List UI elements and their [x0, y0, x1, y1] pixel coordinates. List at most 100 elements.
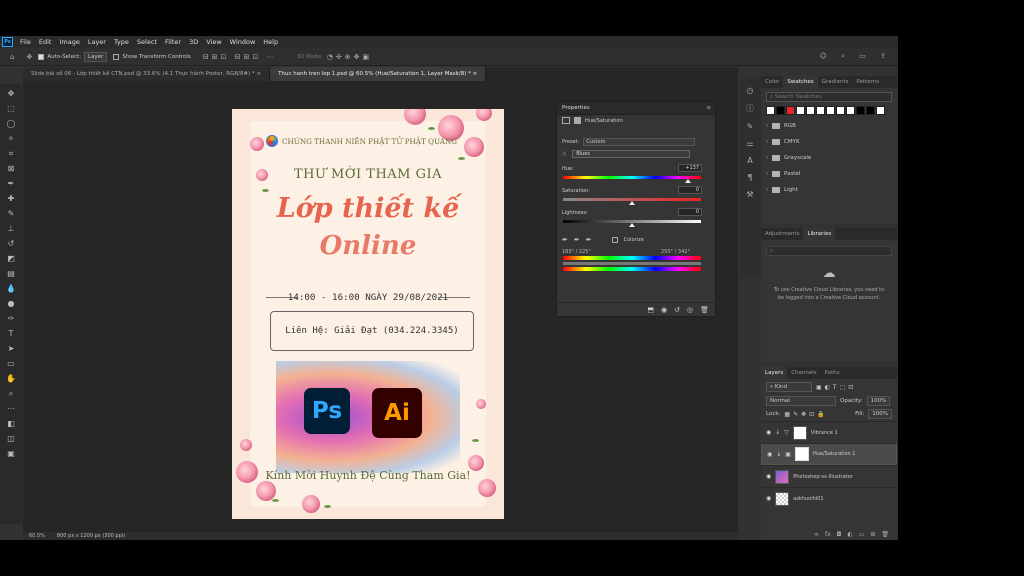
pen-tool-icon[interactable]: ✑	[3, 312, 19, 326]
swatch-folder-cmyk[interactable]: › CMYK	[761, 134, 897, 150]
layer-row-background-image[interactable]: ◉ askhuoihi01	[761, 487, 897, 509]
visibility-eye-icon[interactable]: ◉	[767, 451, 772, 458]
menu-layer[interactable]: Layer	[84, 38, 110, 46]
fill-field[interactable]: 100%	[868, 409, 892, 419]
saturation-value-field[interactable]: 0	[678, 186, 702, 194]
eraser-icon[interactable]: ◩	[3, 252, 19, 266]
new-adjustment-icon[interactable]: ◐	[847, 531, 852, 540]
targeted-adjustment-icon[interactable]: ☝	[562, 150, 566, 158]
more-tools-icon[interactable]: ⋯	[3, 402, 19, 416]
quick-mask-icon[interactable]: ◫	[3, 432, 19, 446]
layer-row-hue-saturation[interactable]: ◉ ↓ ▣ Hue/Saturation 1	[761, 443, 897, 465]
blend-mode-dropdown[interactable]: Normal	[766, 396, 836, 406]
home-icon[interactable]: ⌂	[10, 53, 14, 61]
visibility-eye-icon[interactable]: ◉	[766, 429, 771, 436]
add-mask-icon[interactable]: ◘	[837, 531, 842, 540]
visibility-eye-icon[interactable]: ◉	[766, 495, 771, 502]
eyedropper-icon[interactable]: ✒	[562, 236, 568, 244]
tab-layers[interactable]: Layers	[761, 367, 788, 379]
color-swatch[interactable]	[856, 106, 865, 115]
hue-slider[interactable]	[563, 176, 701, 179]
filter-icons[interactable]: ▣◐T⬚⊡	[816, 384, 856, 391]
3d-tool-icons[interactable]: ◔✣⊕✥▣	[327, 53, 372, 61]
reset-icon[interactable]: ↺	[674, 306, 680, 314]
frame-tool-icon[interactable]: ⊠	[3, 162, 19, 176]
hue-value-field[interactable]: +137	[678, 164, 702, 172]
clip-to-layer-icon[interactable]: ⬒	[647, 306, 654, 314]
shape-tool-icon[interactable]: ▭	[3, 357, 19, 371]
layer-row-photoshop-vs-illustrator[interactable]: ◉ Photoshop-vs-Illustrator	[761, 465, 897, 487]
history-icon[interactable]: ◷	[747, 86, 754, 95]
poster-document[interactable]: CHÚNG THANH NIÊN PHẬT TỬ PHẬT QUANG THƯ …	[232, 109, 504, 519]
new-layer-icon[interactable]: ⊞	[870, 531, 875, 540]
color-swatch[interactable]	[776, 106, 785, 115]
paragraph-icon[interactable]: ¶	[747, 173, 752, 182]
path-select-icon[interactable]: ➤	[3, 342, 19, 356]
menu-file[interactable]: File	[16, 38, 35, 46]
lightness-slider-thumb[interactable]	[629, 223, 635, 227]
delete-icon[interactable]: 🗑	[700, 306, 709, 314]
color-swatch[interactable]	[796, 106, 805, 115]
range-slider[interactable]	[563, 262, 701, 265]
gradient-tool-icon[interactable]: ▤	[3, 267, 19, 281]
color-swatch[interactable]	[836, 106, 845, 115]
tab-channels[interactable]: Channels	[787, 367, 820, 379]
menu-help[interactable]: Help	[259, 38, 282, 46]
align-icons[interactable]: ⊟⊞⊡ ⊟⊞⊡ ⋯	[203, 53, 277, 61]
clone-stamp-icon[interactable]: ⊥	[3, 222, 19, 236]
tab-adjustments[interactable]: Adjustments	[761, 228, 803, 240]
saturation-slider-thumb[interactable]	[629, 201, 635, 205]
menu-view[interactable]: View	[202, 38, 225, 46]
swatch-search-input[interactable]: ⌕ Search Swatches	[766, 92, 892, 102]
eyedropper-add-icon[interactable]: ✒	[574, 236, 580, 244]
zoom-level[interactable]: 60.5%	[29, 533, 45, 539]
dodge-tool-icon[interactable]: ●	[3, 297, 19, 311]
tab-gradients[interactable]: Gradients	[818, 76, 853, 88]
tab-slide-document[interactable]: Slide bài số 06 - Lớp thiết kế CTN.psd @…	[23, 67, 271, 81]
lock-icons[interactable]: ▦✎✥⊡🔒	[784, 411, 827, 418]
layer-row-vibrance[interactable]: ◉ ↓ ▽ Vibrance 1	[761, 421, 897, 443]
tab-thuc-hanh-document[interactable]: Thuc hanh tren lop 1.psd @ 60.5% (Hue/Sa…	[270, 67, 487, 81]
menu-edit[interactable]: Edit	[35, 38, 56, 46]
preset-dropdown[interactable]: Custom	[583, 138, 696, 146]
color-swatch[interactable]	[866, 106, 875, 115]
swatch-folder-light[interactable]: › Light	[761, 182, 897, 198]
eyedropper-subtract-icon[interactable]: ✒	[586, 236, 592, 244]
panel-menu-icon[interactable]: ≡	[706, 105, 711, 111]
color-swatch[interactable]	[816, 106, 825, 115]
blur-tool-icon[interactable]: 💧	[3, 282, 19, 296]
type-tool-icon[interactable]: T	[3, 327, 19, 341]
link-layers-icon[interactable]: ∞	[814, 531, 819, 540]
menu-select[interactable]: Select	[133, 38, 161, 46]
hue-slider-thumb[interactable]	[685, 179, 691, 183]
magic-wand-icon[interactable]: ✧	[3, 132, 19, 146]
adjust-icon[interactable]: ⚌	[746, 139, 753, 148]
zoom-tool-icon[interactable]: ⌕	[3, 387, 19, 401]
tab-patterns[interactable]: Patterns	[852, 76, 883, 88]
show-transform-checkbox[interactable]	[113, 53, 120, 60]
tab-libraries[interactable]: Libraries	[803, 228, 836, 240]
delete-layer-icon[interactable]: 🗑	[881, 531, 889, 540]
fx-icon[interactable]: fx	[825, 531, 831, 540]
hand-tool-icon[interactable]: ✋	[3, 372, 19, 386]
menu-3d[interactable]: 3D	[185, 38, 202, 46]
kind-filter-dropdown[interactable]: ⌕ Kind	[766, 382, 812, 392]
channel-dropdown[interactable]: Blues	[572, 150, 691, 158]
lasso-tool-icon[interactable]: ◯	[3, 117, 19, 131]
color-swatch[interactable]	[766, 106, 775, 115]
visibility-eye-icon[interactable]: ◉	[766, 473, 771, 480]
character-icon[interactable]: A	[747, 156, 752, 165]
color-swatch[interactable]	[826, 106, 835, 115]
auto-select-dropdown[interactable]: Layer	[84, 51, 108, 62]
colorize-checkbox[interactable]	[611, 237, 618, 243]
menu-window[interactable]: Window	[226, 38, 260, 46]
crop-tool-icon[interactable]: ⌗	[3, 147, 19, 161]
mask-icon[interactable]	[574, 117, 581, 124]
swatch-folder-rgb[interactable]: › RGB	[761, 118, 897, 134]
screen-mode-icon[interactable]: ▣	[3, 447, 19, 461]
opacity-field[interactable]: 100%	[866, 396, 891, 406]
library-search-input[interactable]: ⌕	[766, 246, 892, 256]
auto-select-checkbox[interactable]	[38, 53, 45, 60]
new-group-icon[interactable]: ▭	[859, 531, 865, 540]
menu-image[interactable]: Image	[55, 38, 83, 46]
